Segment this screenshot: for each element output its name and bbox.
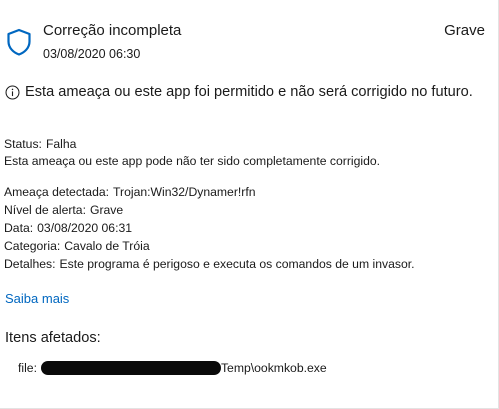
detail-label: Ameaça detectada: bbox=[4, 185, 110, 199]
affected-items-heading: Itens afetados: bbox=[5, 330, 101, 346]
file-prefix: file: bbox=[18, 361, 37, 375]
status-section: Status: Falha Esta ameaça ou este app pod… bbox=[4, 136, 380, 170]
detail-label: Data: bbox=[4, 221, 34, 235]
redaction-mark bbox=[40, 361, 221, 375]
affected-file-item: file: Temp\ookmkob.exe bbox=[18, 361, 327, 375]
detail-value: Trojan:Win32/Dynamer!rfn bbox=[113, 185, 256, 199]
detail-label: Detalhes: bbox=[4, 257, 56, 271]
threat-details-panel: Correção incompleta 03/08/2020 06:30 Gra… bbox=[0, 0, 499, 409]
severity-label: Grave bbox=[444, 22, 485, 39]
status-row: Status: Falha bbox=[4, 136, 380, 153]
notice-text: Esta ameaça ou este app foi permitido e … bbox=[25, 84, 473, 100]
threat-title: Correção incompleta bbox=[43, 22, 182, 39]
allowed-notice: Esta ameaça ou este app foi permitido e … bbox=[5, 84, 473, 100]
detail-row-date: Data: 03/08/2020 06:31 bbox=[4, 219, 415, 237]
detail-label: Categoria: bbox=[4, 239, 61, 253]
status-label: Status: bbox=[4, 137, 42, 151]
detail-value: Grave bbox=[89, 203, 124, 217]
detail-value: Cavalo de Tróia bbox=[64, 239, 150, 253]
threat-datetime: 03/08/2020 06:30 bbox=[43, 47, 141, 61]
status-description: Esta ameaça ou este app pode não ter sid… bbox=[4, 154, 381, 168]
detail-row-category: Categoria: Cavalo de Tróia bbox=[4, 237, 415, 255]
shield-icon bbox=[7, 28, 31, 56]
detail-value: Este programa é perigoso e executa os co… bbox=[59, 257, 415, 271]
detail-value: 03/08/2020 06:31 bbox=[37, 221, 133, 235]
detail-label: Nível de alerta: bbox=[4, 203, 86, 217]
detail-row-threat: Ameaça detectada: Trojan:Win32/Dynamer!rf… bbox=[4, 183, 415, 201]
detail-row-details: Detalhes: Este programa é perigoso e exec… bbox=[4, 255, 415, 273]
file-path-suffix: Temp\ookmkob.exe bbox=[220, 361, 327, 375]
learn-more-link[interactable]: Saiba mais bbox=[5, 291, 69, 306]
detail-row-alert-level: Nível de alerta: Grave bbox=[4, 201, 415, 219]
status-value: Falha bbox=[45, 137, 77, 151]
details-section: Ameaça detectada: Trojan:Win32/Dynamer!rf… bbox=[4, 183, 415, 273]
info-icon bbox=[5, 85, 20, 99]
